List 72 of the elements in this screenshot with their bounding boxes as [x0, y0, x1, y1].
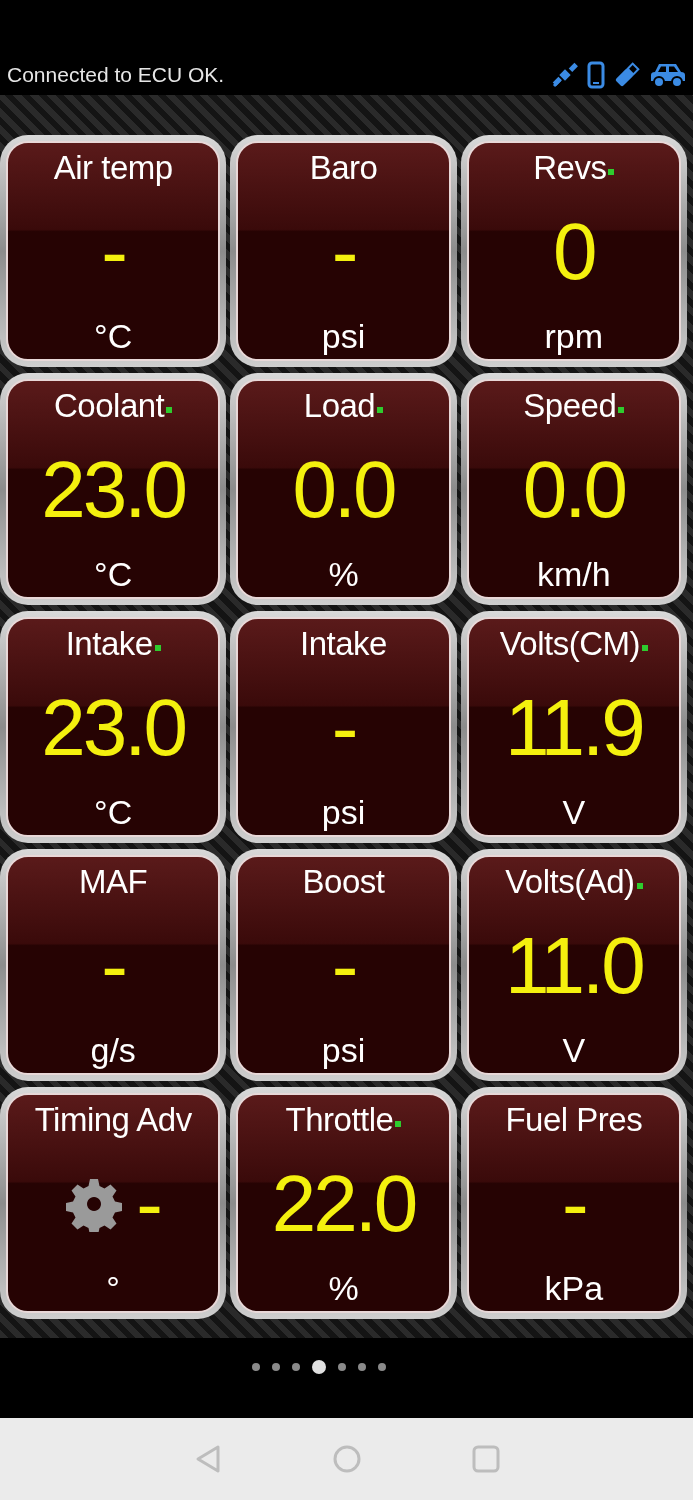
gauge-label: Coolant — [54, 387, 165, 425]
gauge-label: Boost — [302, 863, 385, 901]
gauge-label: Fuel Pres — [505, 1101, 643, 1139]
gauge-label: Volts(CM) — [499, 625, 640, 663]
page-indicator-dot[interactable] — [358, 1363, 366, 1371]
gauge-unit: °C — [94, 555, 133, 593]
satellite-icon — [551, 61, 579, 88]
gauge-unit: g/s — [90, 1031, 136, 1069]
gauge-tile[interactable]: Load 0.0 % — [230, 373, 457, 605]
gauge-tile[interactable]: Coolant 23.0 °C — [0, 373, 227, 605]
usb-stick-icon — [613, 61, 641, 88]
page-indicator-dot[interactable] — [378, 1363, 386, 1371]
gauge-value: - — [101, 926, 125, 1007]
gauge-unit: psi — [321, 793, 366, 831]
gauge-label: Speed — [523, 387, 617, 425]
page-indicator-dot[interactable] — [272, 1363, 280, 1371]
settings-icon[interactable] — [66, 1176, 123, 1233]
page-indicator-dot[interactable] — [312, 1360, 326, 1374]
gauge-tile[interactable]: Intake 23.0 °C — [0, 611, 227, 843]
gauge-unit: % — [328, 1269, 359, 1307]
page-indicator-dot[interactable] — [292, 1363, 300, 1371]
gauge-value: 11.9 — [504, 688, 643, 769]
gauge-label: Load — [303, 387, 376, 425]
phone-icon — [587, 60, 605, 89]
gauge-unit: psi — [321, 317, 366, 355]
gauge-label: Throttle — [285, 1101, 394, 1139]
gauge-tile[interactable]: Timing Adv - ° — [0, 1087, 227, 1319]
gauge-value: - — [562, 1164, 586, 1245]
gauge-label: Timing Adv — [34, 1101, 192, 1139]
gauge-unit: psi — [321, 1031, 366, 1069]
gauge-unit: rpm — [544, 317, 604, 355]
gauge-value: 0 — [553, 212, 595, 293]
gauge-value: 11.0 — [504, 926, 643, 1007]
gauge-label: Intake — [65, 625, 153, 663]
gauge-value: 0.0 — [292, 450, 395, 531]
gauge-unit: kPa — [544, 1269, 604, 1307]
gauge-value: 23.0 — [41, 450, 185, 531]
gauge-tile[interactable]: Baro - psi — [230, 135, 457, 367]
gauge-unit: °C — [94, 317, 133, 355]
gauge-label: Intake — [300, 625, 387, 663]
gauge-tile[interactable]: Revs 0 rpm — [460, 135, 687, 367]
gauge-tile[interactable]: Speed 0.0 km/h — [460, 373, 687, 605]
gauge-tile[interactable]: Intake - psi — [230, 611, 457, 843]
gauge-unit: % — [328, 555, 359, 593]
gauge-unit: km/h — [536, 555, 611, 593]
gauge-label: Revs — [533, 149, 607, 187]
page-indicator-dot[interactable] — [338, 1363, 346, 1371]
gauge-tile[interactable]: Throttle 22.0 % — [230, 1087, 457, 1319]
gauge-tile[interactable]: Fuel Pres - kPa — [460, 1087, 687, 1319]
gauge-value: 23.0 — [41, 688, 185, 769]
gauge-value: - — [331, 926, 356, 1007]
gauge-tile[interactable]: Volts(CM) 11.9 V — [460, 611, 687, 843]
gauge-value: - — [136, 1164, 160, 1245]
gauge-label: Baro — [309, 149, 378, 187]
gauge-unit: ° — [106, 1269, 120, 1307]
page-indicator-dot[interactable] — [252, 1363, 260, 1371]
gauge-value: - — [101, 212, 125, 293]
gauge-tile[interactable]: MAF - g/s — [0, 849, 227, 1081]
gauge-unit: °C — [94, 793, 133, 831]
gauge-tile[interactable]: Air temp - °C — [0, 135, 227, 367]
gauge-unit: V — [562, 1031, 586, 1069]
gauge-label: Volts(Ad) — [505, 863, 635, 901]
gauge-label: MAF — [79, 863, 148, 901]
gauge-value: 0.0 — [522, 450, 625, 531]
gauge-value: - — [331, 212, 356, 293]
gauge-value: - — [331, 688, 356, 769]
gauge-label: Air temp — [53, 149, 173, 187]
gauge-unit: V — [562, 793, 586, 831]
status-message: Connected to ECU OK. — [7, 61, 225, 88]
gauge-value: 22.0 — [271, 1164, 416, 1245]
gauge-tile[interactable]: Volts(Ad) 11.0 V — [460, 849, 687, 1081]
gauge-tile[interactable]: Boost - psi — [230, 849, 457, 1081]
